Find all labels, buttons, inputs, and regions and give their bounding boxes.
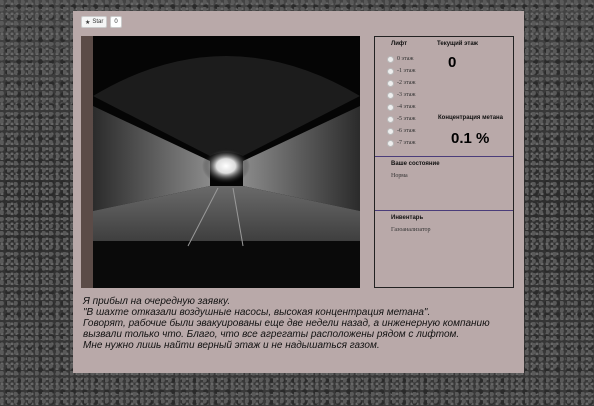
current-floor-value: 0: [448, 54, 457, 71]
floor-label: -2 этаж: [397, 80, 416, 86]
tunnel-scene-image: [81, 36, 360, 288]
radio-icon[interactable]: [387, 79, 394, 87]
radio-icon[interactable]: [387, 103, 394, 111]
floor-label: -1 этаж: [397, 68, 416, 74]
radio-icon[interactable]: [387, 127, 394, 135]
state-value: Норма: [391, 173, 408, 179]
radio-icon[interactable]: [387, 91, 394, 99]
methane-title: Концентрация метана: [438, 115, 504, 121]
floor-option[interactable]: -3 этаж: [387, 89, 416, 101]
lift-title: Лифт: [391, 41, 408, 47]
story-line: Мне нужно лишь найти верный этаж и не на…: [83, 340, 380, 351]
current-floor-title: Текущий этаж: [437, 41, 478, 47]
floor-list: 0 этаж -1 этаж -2 этаж -3 этаж -4 этаж -5 эта…: [387, 53, 416, 149]
floor-label: -6 этаж: [397, 128, 416, 134]
floor-option[interactable]: -4 этаж: [387, 101, 416, 113]
floor-option[interactable]: -1 этаж: [387, 65, 416, 77]
star-icon: ★: [85, 19, 91, 26]
radio-icon[interactable]: [387, 115, 394, 123]
game-panel: ★ Star 0 Лифт 0 этаж -1 этаж -2 этаж -3 …: [73, 11, 524, 373]
floor-label: -5 этаж: [397, 116, 416, 122]
inventory-item[interactable]: Газоанализатор: [391, 227, 431, 233]
github-star-widget[interactable]: ★ Star 0: [81, 16, 122, 28]
star-count[interactable]: 0: [110, 16, 122, 28]
star-button[interactable]: ★ Star: [81, 16, 108, 28]
floor-option[interactable]: 0 этаж: [387, 53, 416, 65]
floor-label: -7 этаж: [397, 140, 416, 146]
floor-option[interactable]: -2 этаж: [387, 77, 416, 89]
story-line: "В шахте отказали воздушные насосы, высо…: [83, 307, 431, 318]
floor-label: 0 этаж: [397, 56, 414, 62]
radio-icon[interactable]: [387, 67, 394, 75]
floor-option[interactable]: -6 этаж: [387, 125, 416, 137]
inventory-section: Инвентарь Газоанализатор: [375, 211, 513, 287]
methane-value: 0.1 %: [451, 130, 490, 147]
star-label: Star: [92, 19, 104, 25]
story-text: Я прибыл на очередную заявку. "В шахте от…: [83, 296, 519, 351]
floor-label: -4 этаж: [397, 104, 416, 110]
floor-option[interactable]: -7 этаж: [387, 137, 416, 149]
floor-option[interactable]: -5 этаж: [387, 113, 416, 125]
story-line: Говорят, рабочие были эвакуированы еще д…: [83, 318, 490, 340]
status-sidebar: Лифт 0 этаж -1 этаж -2 этаж -3 этаж -4 этаж -…: [374, 36, 514, 288]
inventory-title: Инвентарь: [391, 215, 424, 221]
story-line: Я прибыл на очередную заявку.: [83, 296, 231, 307]
state-section: Ваше состояние Норма: [375, 157, 513, 211]
floor-label: -3 этаж: [397, 92, 416, 98]
radio-icon[interactable]: [387, 55, 394, 63]
state-title: Ваше состояние: [391, 161, 440, 167]
lift-section: Лифт 0 этаж -1 этаж -2 этаж -3 этаж -4 этаж -…: [375, 37, 513, 157]
radio-icon[interactable]: [387, 139, 394, 147]
